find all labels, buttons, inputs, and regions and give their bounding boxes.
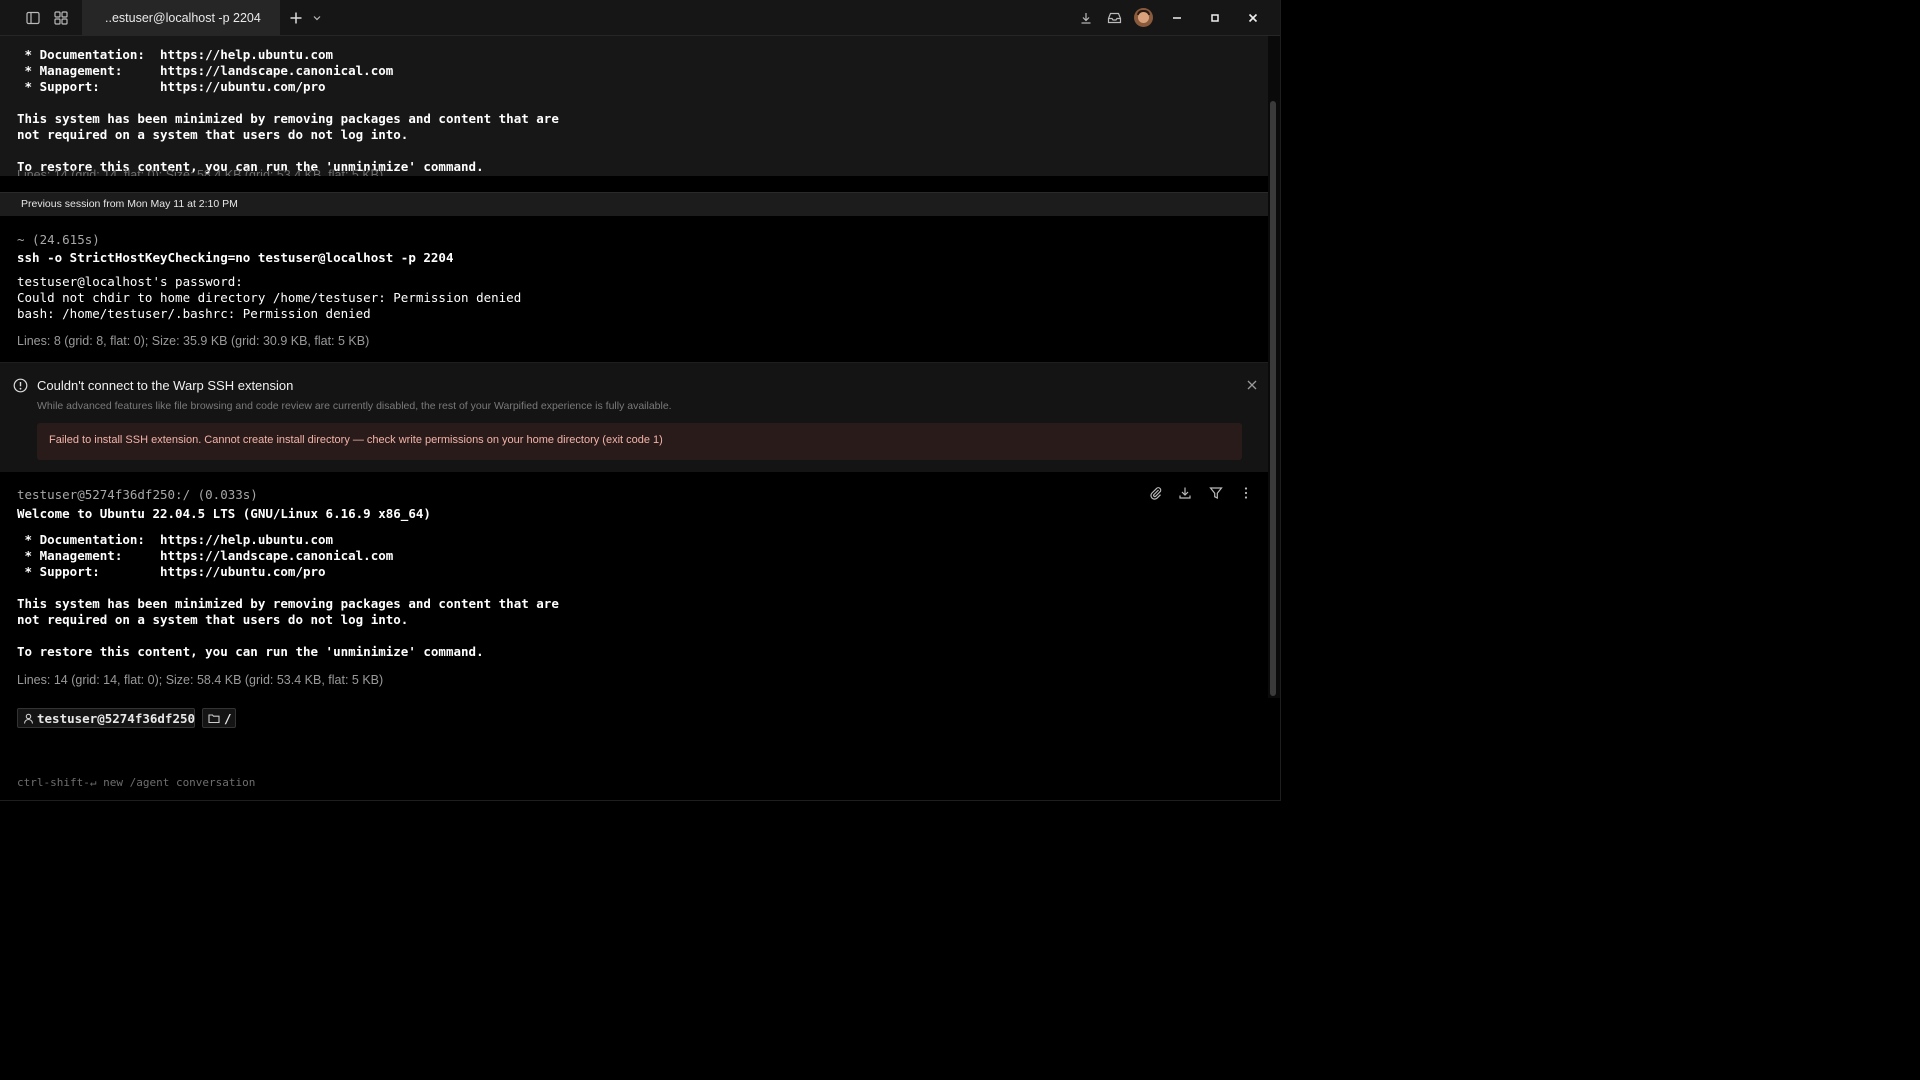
output-line: * Documentation: https://help.ubuntu.com — [17, 532, 334, 547]
grid-icon[interactable] — [52, 9, 70, 27]
scrollbar[interactable] — [1268, 36, 1280, 698]
input-area[interactable]: testuser@5274f36df250 / ctrl-shift-↵ new… — [0, 698, 1280, 800]
alert-circle-icon — [13, 378, 28, 393]
error-message: Failed to install SSH extension. Cannot … — [49, 434, 663, 446]
inbox-icon[interactable] — [1105, 9, 1123, 27]
scrollbar-thumb[interactable] — [1270, 101, 1276, 696]
dismiss-close-icon[interactable] — [1246, 379, 1258, 391]
block-stats-partial: Lines: 14 (grid: 14, flat: 0); Size: 58.… — [17, 168, 384, 176]
attach-paperclip-icon[interactable] — [1148, 485, 1164, 501]
output-line: * Management: https://landscape.canonica… — [17, 63, 394, 78]
chevron-down-icon[interactable] — [308, 9, 326, 27]
output-line: * Support: https://ubuntu.com/pro — [17, 564, 326, 579]
directory-chip[interactable]: / — [202, 708, 236, 728]
user-host-label: testuser@5274f36df250 — [37, 710, 196, 726]
output-line: * Documentation: https://help.ubuntu.com — [17, 47, 334, 62]
input-hint: ctrl-shift-↵ new /agent conversation — [17, 776, 256, 789]
output-line: * Management: https://landscape.canonica… — [17, 548, 394, 563]
block-stats: Lines: 14 (grid: 14, flat: 0); Size: 58.… — [17, 673, 384, 687]
user-avatar[interactable] — [1134, 8, 1153, 27]
tab-title: ..estuser@localhost -p 2204 — [105, 10, 261, 25]
folder-icon — [208, 713, 220, 724]
close-icon[interactable] — [1244, 9, 1262, 27]
tab-active[interactable]: ..estuser@localhost -p 2204 — [82, 0, 280, 35]
warning-title: Couldn't connect to the Warp SSH extensi… — [37, 378, 294, 393]
warning-subtitle: While advanced features like file browsi… — [37, 400, 672, 412]
filter-icon[interactable] — [1208, 485, 1224, 501]
maximize-icon[interactable] — [1206, 9, 1224, 27]
user-host-chip[interactable]: testuser@5274f36df250 — [17, 708, 195, 728]
block-stats: Lines: 8 (grid: 8, flat: 0); Size: 35.9 … — [17, 334, 370, 348]
minimize-icon[interactable] — [1168, 9, 1186, 27]
session-label: Previous session from Mon May 11 at 2:10… — [21, 198, 238, 210]
output-line: This system has been minimized by removi… — [17, 111, 559, 126]
output-line: bash: /home/testuser/.bashrc: Permission… — [17, 306, 371, 321]
current-output-block[interactable]: testuser@5274f36df250:/ (0.033s) Welcome… — [0, 472, 1268, 699]
welcome-line: Welcome to Ubuntu 22.04.5 LTS (GNU/Linux… — [17, 506, 431, 521]
error-message-box: Failed to install SSH extension. Cannot … — [37, 423, 1242, 460]
terminal-window: ..estuser@localhost -p 2204 * Documentat… — [0, 0, 1281, 801]
directory-label: / — [224, 710, 232, 726]
new-tab-plus-icon[interactable] — [287, 9, 305, 27]
title-bar: ..estuser@localhost -p 2204 — [0, 0, 1280, 36]
download-icon[interactable] — [1077, 9, 1095, 27]
output-line: testuser@localhost's password: — [17, 274, 243, 289]
previous-session-bar: Previous session from Mon May 11 at 2:10… — [0, 192, 1268, 217]
block-header: ~ (24.615s) — [17, 232, 100, 247]
user-icon — [23, 713, 34, 724]
output-line: not required on a system that users do n… — [17, 127, 409, 142]
previous-output-block[interactable]: * Documentation: https://help.ubuntu.com… — [0, 36, 1268, 176]
output-line: * Support: https://ubuntu.com/pro — [17, 79, 326, 94]
output-line: To restore this content, you can run the… — [17, 644, 484, 659]
output-line: This system has been minimized by removi… — [17, 596, 559, 611]
output-line: not required on a system that users do n… — [17, 612, 409, 627]
output-line: Could not chdir to home directory /home/… — [17, 290, 522, 305]
command-text: ssh -o StrictHostKeyChecking=no testuser… — [17, 250, 454, 265]
ssh-command-block[interactable]: ~ (24.615s) ssh -o StrictHostKeyChecking… — [0, 216, 1268, 362]
sidebar-toggle-icon[interactable] — [24, 9, 42, 27]
save-download-icon[interactable] — [1177, 485, 1193, 501]
ssh-extension-warning: Couldn't connect to the Warp SSH extensi… — [0, 362, 1268, 474]
more-vertical-icon[interactable] — [1238, 485, 1254, 501]
block-header: testuser@5274f36df250:/ (0.033s) — [17, 487, 258, 502]
